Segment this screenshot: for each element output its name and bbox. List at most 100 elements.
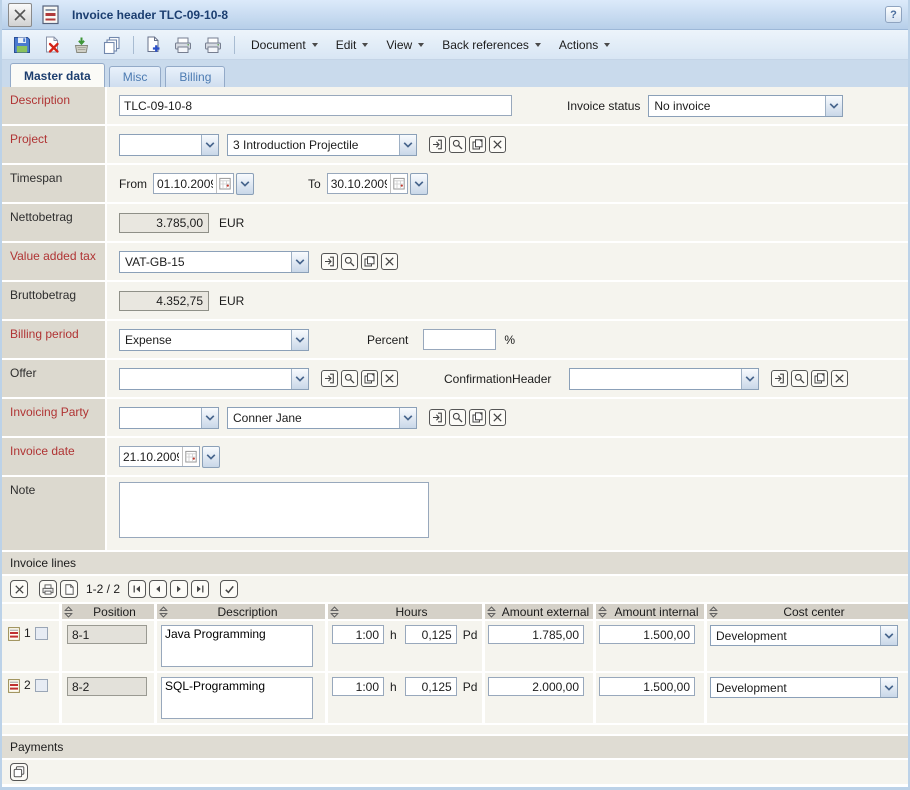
clear-button[interactable] [381, 253, 398, 270]
vat-select[interactable]: VAT-GB-15 [119, 251, 309, 273]
line-description-textarea[interactable]: Java Programming [161, 625, 313, 667]
search-button[interactable] [791, 370, 808, 387]
menu-document[interactable]: Document [242, 33, 327, 57]
goto-reference-button[interactable] [429, 136, 446, 153]
invoice-status-select[interactable]: No invoice [648, 95, 843, 117]
project-filter-select[interactable] [119, 134, 219, 156]
export-button[interactable] [70, 33, 94, 57]
tab-misc[interactable]: Misc [109, 66, 162, 87]
goto-reference-button[interactable] [771, 370, 788, 387]
delete-button[interactable] [40, 33, 64, 57]
description-input[interactable] [119, 95, 512, 116]
amount-internal-input[interactable] [599, 625, 695, 644]
close-window-button[interactable] [8, 3, 32, 27]
amount-external-input[interactable] [488, 625, 584, 644]
billing-period-select[interactable]: Expense [119, 329, 309, 351]
select-value: Expense [120, 330, 291, 350]
calendar-icon[interactable] [390, 174, 407, 193]
search-button[interactable] [341, 253, 358, 270]
from-date-input[interactable] [154, 177, 216, 191]
help-button[interactable]: ? [885, 6, 902, 23]
days-unit-label: Pd [463, 628, 478, 642]
select-value: VAT-GB-15 [120, 252, 291, 272]
goto-reference-button[interactable] [429, 409, 446, 426]
position-value: 8-2 [67, 677, 147, 696]
menu-edit[interactable]: Edit [327, 33, 378, 57]
calendar-icon[interactable] [182, 447, 199, 466]
hours-input[interactable] [332, 625, 384, 644]
next-page-button[interactable] [170, 580, 188, 598]
chevron-down-icon [291, 369, 308, 389]
save-button[interactable] [10, 33, 34, 57]
sort-icon[interactable] [596, 606, 609, 618]
sort-icon[interactable] [328, 606, 341, 618]
tab-master-data[interactable]: Master data [10, 63, 105, 87]
pager-text: 1-2 / 2 [86, 582, 120, 596]
new-line-button[interactable] [60, 580, 78, 598]
tab-billing[interactable]: Billing [165, 66, 225, 87]
edit-copy-button[interactable] [361, 370, 378, 387]
clear-button[interactable] [489, 136, 506, 153]
line-select-checkbox[interactable] [35, 679, 48, 692]
amount-internal-input[interactable] [599, 677, 695, 696]
edit-copy-button[interactable] [811, 370, 828, 387]
menu-actions[interactable]: Actions [550, 33, 619, 57]
sort-icon[interactable] [62, 606, 75, 618]
cost-center-select[interactable]: Development [710, 677, 898, 698]
sort-icon[interactable] [485, 606, 498, 618]
project-label: Project [2, 126, 105, 163]
days-input[interactable] [405, 677, 457, 696]
search-button[interactable] [449, 136, 466, 153]
new-payment-button[interactable] [10, 763, 28, 781]
first-page-button[interactable] [128, 580, 146, 598]
invoicing-party-filter-select[interactable] [119, 407, 219, 429]
copy-button[interactable] [100, 33, 124, 57]
project-select[interactable]: 3 Introduction Projectile [227, 134, 417, 156]
amount-external-input[interactable] [488, 677, 584, 696]
net-amount-label: Nettobetrag [2, 204, 105, 241]
offer-select[interactable] [119, 368, 309, 390]
days-unit-label: Pd [463, 680, 478, 694]
to-date-input[interactable] [328, 177, 390, 191]
line-select-checkbox[interactable] [35, 627, 48, 640]
select-value: Development [711, 678, 880, 697]
goto-reference-button[interactable] [321, 370, 338, 387]
chevron-down-icon [201, 408, 218, 428]
invoice-lines-section-header: Invoice lines [2, 552, 908, 574]
invoicing-party-select[interactable]: Conner Jane [227, 407, 417, 429]
previous-page-button[interactable] [149, 580, 167, 598]
chevron-down-icon[interactable] [410, 173, 428, 195]
edit-copy-button[interactable] [361, 253, 378, 270]
confirmation-header-select[interactable] [569, 368, 759, 390]
cost-center-select[interactable]: Development [710, 625, 898, 646]
menu-view[interactable]: View [377, 33, 433, 57]
invoice-date-input[interactable] [120, 450, 182, 464]
goto-reference-button[interactable] [321, 253, 338, 270]
edit-copy-button[interactable] [469, 409, 486, 426]
menu-label: Edit [336, 38, 357, 52]
search-button[interactable] [341, 370, 358, 387]
apply-button[interactable] [220, 580, 238, 598]
sort-icon[interactable] [707, 606, 720, 618]
chevron-down-icon[interactable] [236, 173, 254, 195]
clear-button[interactable] [831, 370, 848, 387]
menu-back-references[interactable]: Back references [433, 33, 550, 57]
chevron-down-icon[interactable] [202, 446, 220, 468]
sort-icon[interactable] [157, 606, 170, 618]
percent-input[interactable] [423, 329, 496, 350]
print-preview-button[interactable] [201, 33, 225, 57]
remove-line-button[interactable] [10, 580, 28, 598]
line-description-textarea[interactable]: SQL-Programming [161, 677, 313, 719]
clear-button[interactable] [489, 409, 506, 426]
search-button[interactable] [449, 409, 466, 426]
clear-button[interactable] [381, 370, 398, 387]
edit-copy-button[interactable] [469, 136, 486, 153]
new-document-button[interactable] [141, 33, 165, 57]
days-input[interactable] [405, 625, 457, 644]
print-button[interactable] [171, 33, 195, 57]
note-textarea[interactable] [119, 482, 429, 538]
print-lines-button[interactable] [39, 580, 57, 598]
calendar-icon[interactable] [216, 174, 233, 193]
last-page-button[interactable] [191, 580, 209, 598]
hours-input[interactable] [332, 677, 384, 696]
